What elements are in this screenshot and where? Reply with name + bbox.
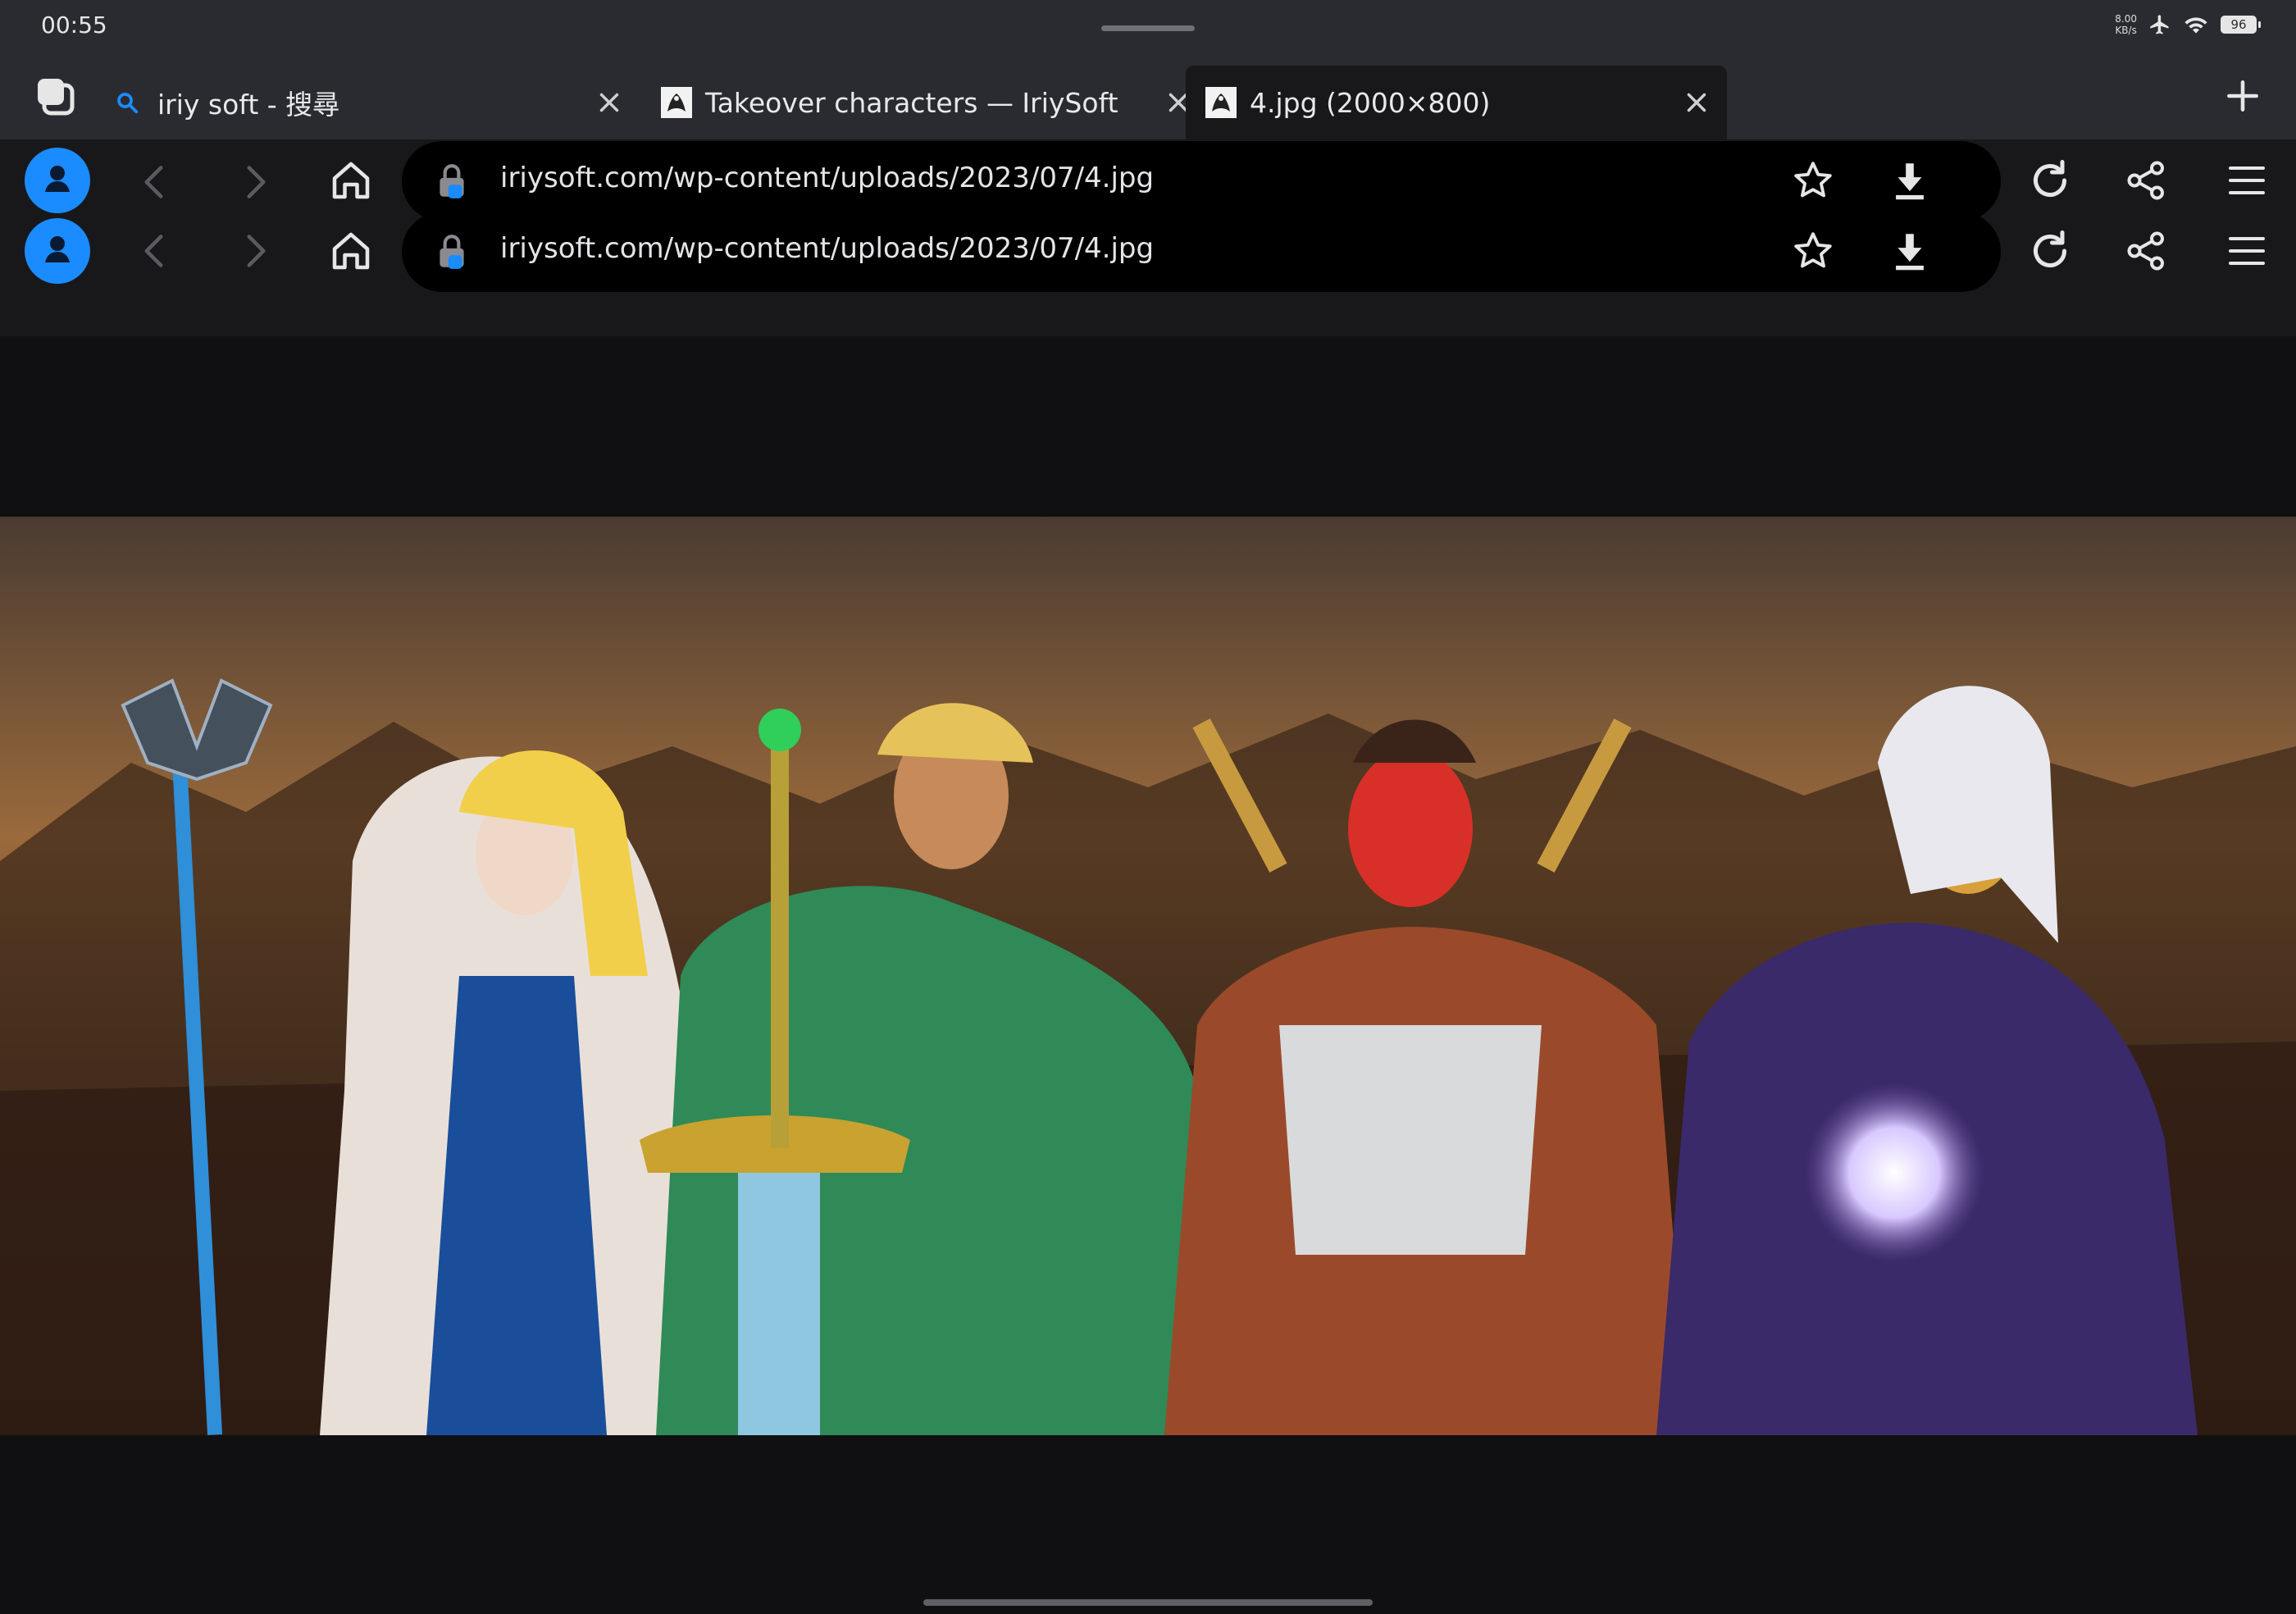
tab-label: Takeover characters — IriySoft [705, 86, 1118, 119]
home-icon[interactable] [326, 226, 376, 276]
star-icon[interactable] [1789, 228, 1837, 276]
close-icon[interactable] [594, 87, 625, 118]
profile-icon[interactable] [25, 218, 90, 284]
address-bar[interactable]: iriysoft.com/wp-content/uploads/2023/07/… [402, 141, 2001, 221]
network-speed-unit: KB/s [2115, 25, 2137, 36]
chevron-right-icon[interactable] [230, 157, 279, 207]
star-icon[interactable] [1789, 157, 1837, 205]
iriysoft-favicon [661, 87, 692, 118]
chevron-left-icon[interactable] [131, 226, 180, 276]
home-icon[interactable] [326, 156, 376, 205]
network-speed-value: 8.00 [2115, 13, 2137, 25]
iriysoft-favicon [1205, 87, 1237, 118]
lock-icon[interactable] [431, 231, 472, 272]
tab-label: 4.jpg (2000×800) [1250, 86, 1491, 119]
tab-takeover-characters[interactable]: Takeover characters — IriySoft [661, 66, 1188, 139]
network-speed: 8.00 KB/s [2115, 13, 2137, 36]
chevron-left-icon[interactable] [131, 157, 180, 207]
wifi-icon [2183, 13, 2209, 36]
close-icon[interactable] [1681, 87, 1712, 118]
tab-4-jpg[interactable]: 4.jpg (2000×800) [1186, 66, 1727, 139]
drag-handle[interactable] [1101, 25, 1195, 31]
chevron-right-icon[interactable] [230, 226, 279, 276]
download-icon[interactable] [1886, 157, 1934, 205]
reload-icon[interactable] [2025, 226, 2075, 276]
menu-icon[interactable] [2222, 156, 2271, 205]
search-icon [115, 90, 139, 115]
url-text[interactable]: iriysoft.com/wp-content/uploads/2023/07/… [500, 162, 1154, 194]
download-icon[interactable] [1886, 228, 1934, 276]
tab-strip: iriy soft - 搜尋 Takeover characters — Iri… [0, 54, 2296, 139]
address-bar[interactable]: iriysoft.com/wp-content/uploads/2023/07/… [402, 212, 2001, 292]
status-icons: 8.00 KB/s 96 [2115, 13, 2261, 36]
reload-icon[interactable] [2025, 156, 2075, 205]
tab-search[interactable]: iriy soft - 搜尋 [115, 66, 640, 139]
menu-icon[interactable] [2222, 226, 2271, 276]
image-viewer [0, 336, 2296, 1614]
airplane-icon [2148, 13, 2171, 36]
tab-label: iriy soft - 搜尋 [157, 89, 340, 121]
tab-switcher-icon[interactable] [33, 74, 79, 120]
browser-toolbar: iriysoft.com/wp-content/uploads/2023/07/… [0, 139, 2296, 223]
share-icon[interactable] [2122, 156, 2171, 205]
battery-indicator: 96 [2221, 16, 2261, 34]
lock-icon[interactable] [431, 161, 472, 202]
profile-icon[interactable] [25, 148, 90, 213]
plus-icon[interactable] [2222, 75, 2263, 116]
status-bar: 00:55 8.00 KB/s 96 [0, 0, 2296, 54]
home-indicator[interactable] [923, 1599, 1373, 1606]
browser-toolbar-secondary: iriysoft.com/wp-content/uploads/2023/07/… [0, 212, 2296, 336]
share-icon[interactable] [2122, 226, 2171, 276]
status-time: 00:55 [41, 11, 107, 39]
url-text[interactable]: iriysoft.com/wp-content/uploads/2023/07/… [500, 232, 1154, 265]
character-artwork[interactable] [0, 517, 2296, 1435]
